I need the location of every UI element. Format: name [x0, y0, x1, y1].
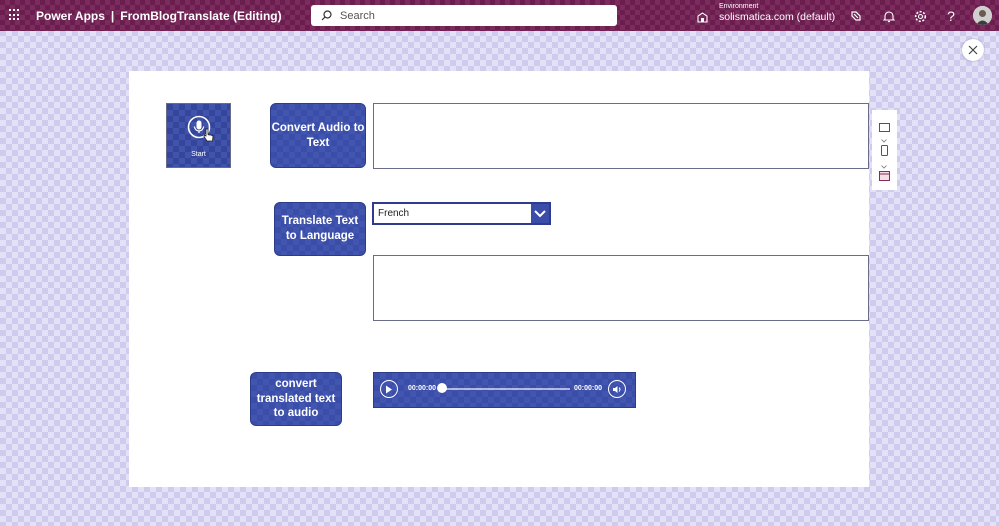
audio-total-time: 00:00:00: [574, 385, 603, 392]
volume-button[interactable]: [608, 380, 626, 398]
audio-progress-track[interactable]: [440, 388, 570, 390]
audio-progress-thumb[interactable]: [437, 383, 447, 393]
play-button[interactable]: [380, 380, 398, 398]
environment-label: Environment: [719, 3, 759, 10]
audio-current-time: 00:00:00: [408, 385, 437, 392]
start-recording-button[interactable]: Start: [166, 103, 231, 168]
app-canvas: Start Convert Audio to Text Translate Te…: [129, 71, 869, 487]
app-name: Power Apps: [36, 9, 105, 23]
translate-text-button[interactable]: Translate Text to Language: [274, 202, 366, 256]
close-icon: [968, 45, 978, 55]
title-separator: |: [110, 9, 115, 23]
convert-audio-to-text-button[interactable]: Convert Audio to Text: [270, 103, 366, 168]
avatar[interactable]: [973, 6, 992, 25]
search-input[interactable]: [338, 8, 592, 23]
device-preview-toolbar: [872, 110, 897, 190]
environment-icon: [697, 12, 708, 23]
translated-text-box[interactable]: [373, 255, 869, 321]
language-dropdown[interactable]: French: [372, 202, 551, 225]
convert-translated-to-audio-button[interactable]: convert translated text to audio: [250, 372, 342, 426]
browser-layout-icon[interactable]: [879, 168, 890, 186]
settings-gear-icon[interactable]: [912, 8, 928, 24]
notifications-bell-icon[interactable]: [881, 8, 897, 24]
play-icon: [386, 385, 392, 393]
environment-name: solismatica.com (default): [719, 11, 836, 23]
app-launcher-icon[interactable]: [9, 9, 21, 21]
transcribed-text-box[interactable]: [373, 103, 869, 169]
language-dropdown-value: French: [378, 208, 410, 219]
close-preview-button[interactable]: [962, 39, 984, 61]
audio-player: 00:00:00 00:00:00: [373, 372, 636, 408]
start-label: Start: [191, 151, 206, 158]
hand-cursor-icon: [203, 128, 214, 142]
top-bar: Power Apps | FromBlogTranslate (Editing) E…: [0, 0, 999, 31]
search-icon: [321, 10, 332, 21]
document-title[interactable]: FromBlogTranslate (Editing): [120, 9, 281, 23]
search-box[interactable]: [311, 5, 617, 26]
help-icon[interactable]: ?: [943, 8, 959, 24]
app-title: Power Apps | FromBlogTranslate (Editing): [36, 9, 282, 23]
copilot-icon[interactable]: [848, 8, 864, 24]
chevron-down-icon[interactable]: [531, 204, 549, 223]
volume-icon: [613, 385, 621, 393]
